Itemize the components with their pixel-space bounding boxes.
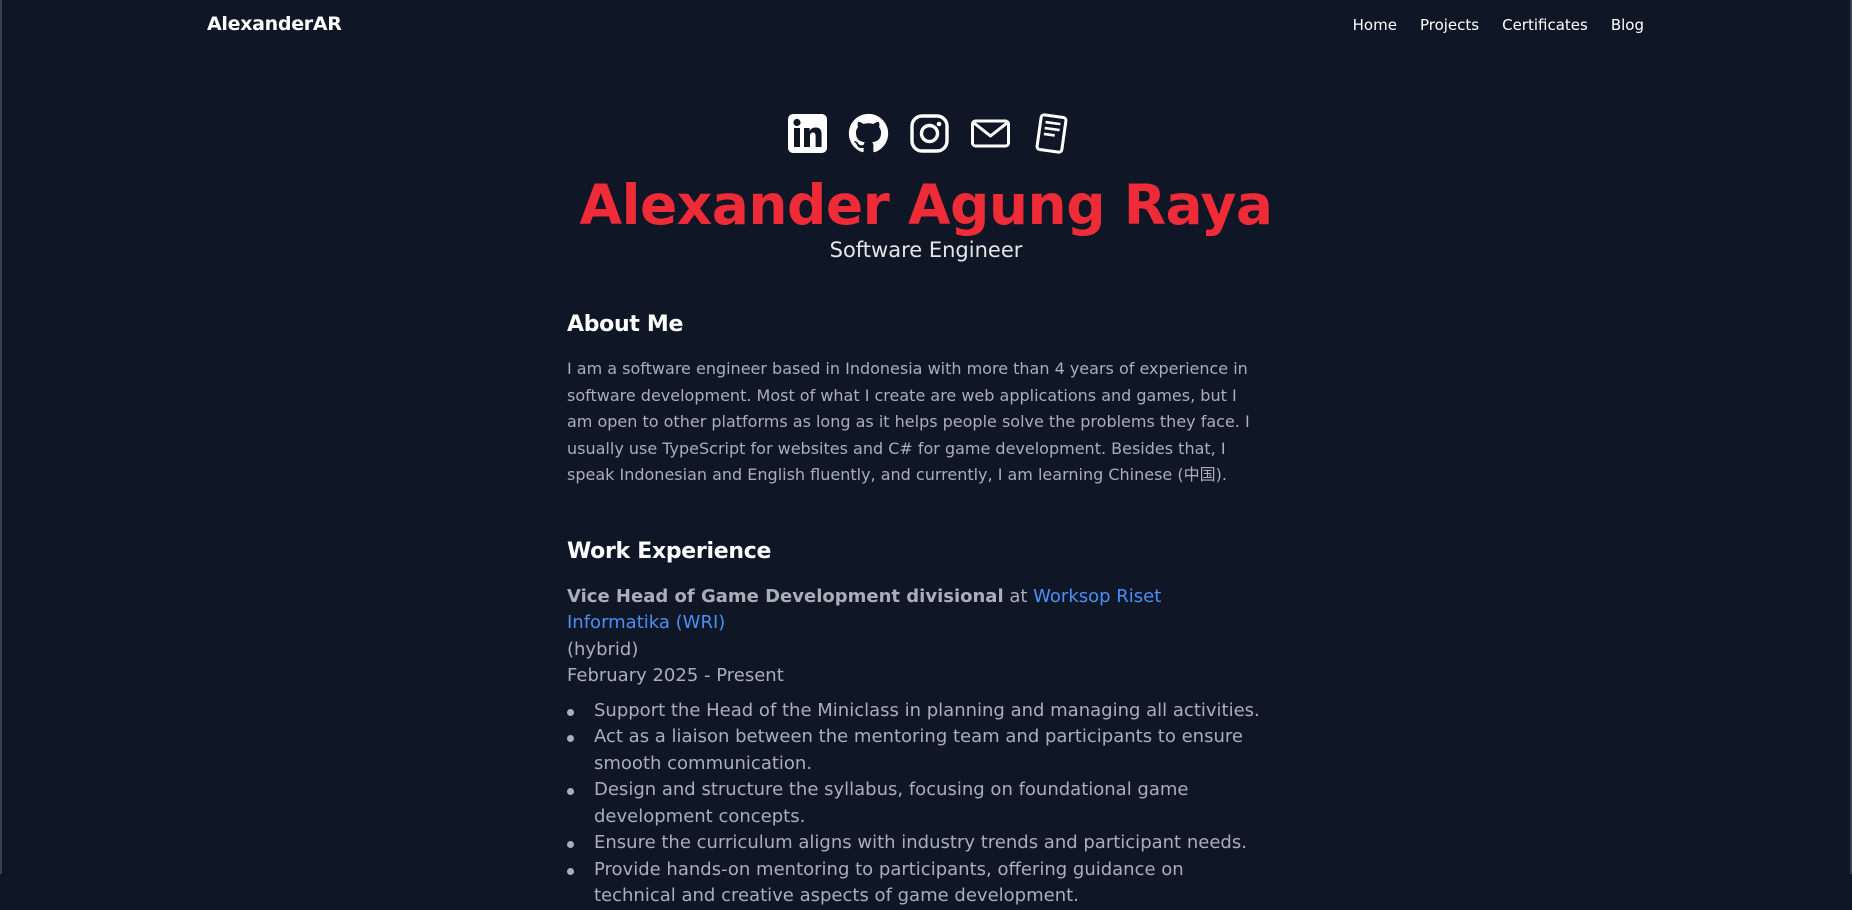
job-entry: Vice Head of Game Development divisional… <box>567 584 1267 690</box>
job-duties: Support the Head of the Miniclass in pla… <box>567 698 1267 910</box>
work-experience-heading: Work Experience <box>567 538 772 564</box>
instagram-icon[interactable] <box>909 113 950 154</box>
nav-link-blog[interactable]: Blog <box>1611 16 1644 34</box>
list-item: Ensure the curriculum aligns with indust… <box>567 830 1267 857</box>
job-at: at <box>1003 585 1034 607</box>
job-mode: (hybrid) <box>567 638 639 660</box>
top-navbar: AlexanderAR Home Projects Certificates B… <box>2 0 1850 52</box>
hero-role: Software Engineer <box>829 238 1023 262</box>
list-item: Support the Head of the Miniclass in pla… <box>567 698 1267 725</box>
about-text: I am a software engineer based in Indone… <box>567 359 1250 484</box>
main-content: About Me I am a software engineer based … <box>567 312 1267 910</box>
social-links <box>787 113 1072 154</box>
nav-links: Home Projects Certificates Blog <box>1353 16 1644 34</box>
mail-icon[interactable] <box>970 113 1011 154</box>
nav-link-home[interactable]: Home <box>1353 16 1397 34</box>
linkedin-icon[interactable] <box>787 113 828 154</box>
hero-name: Alexander Agung Raya <box>579 173 1273 237</box>
list-item: Design and structure the syllabus, focus… <box>567 777 1267 830</box>
nav-link-certificates[interactable]: Certificates <box>1502 16 1588 34</box>
document-icon[interactable] <box>1031 113 1072 154</box>
github-icon[interactable] <box>848 113 889 154</box>
list-item: Act as a liaison between the mentoring t… <box>567 724 1267 777</box>
list-item: Provide hands-on mentoring to participan… <box>567 857 1267 910</box>
job-position: Vice Head of Game Development divisional <box>567 585 1004 607</box>
nav-link-projects[interactable]: Projects <box>1420 16 1479 34</box>
job-period: February 2025 - Present <box>567 665 784 686</box>
about-heading: About Me <box>567 312 684 337</box>
brand-logo-text[interactable]: AlexanderAR <box>207 13 342 35</box>
